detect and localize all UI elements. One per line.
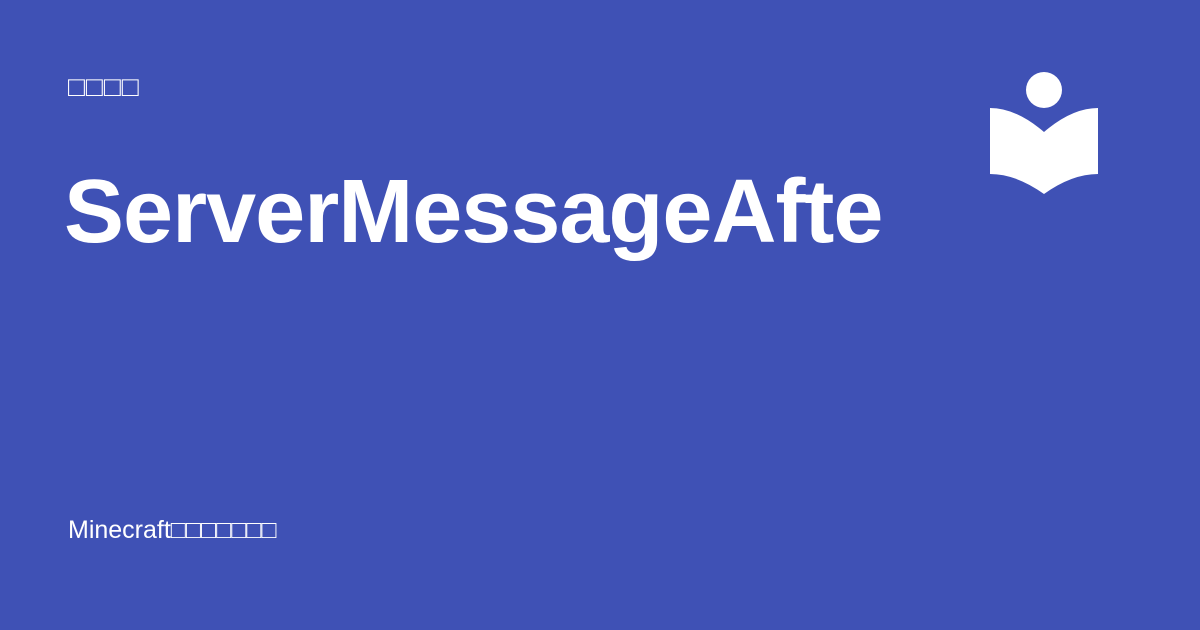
page-title: ServerMessageAfte [64, 162, 883, 262]
reader-book-icon [990, 72, 1098, 194]
social-preview-card: □□□□ ServerMessageAfte Minecraft□□□□□□□ [0, 0, 1200, 630]
page-kicker: □□□□ [68, 71, 140, 102]
site-name: Minecraft□□□□□□□ [68, 516, 277, 544]
